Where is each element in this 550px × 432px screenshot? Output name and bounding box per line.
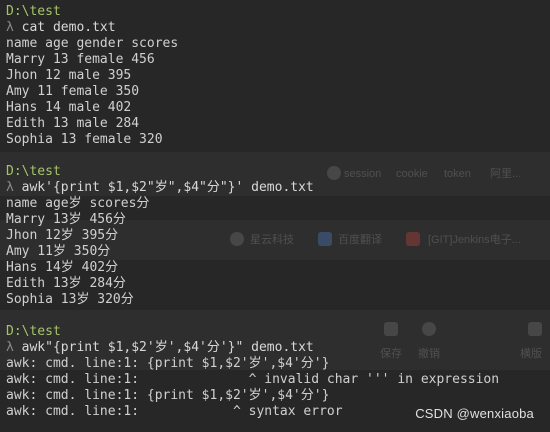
error-line: awk: cmd. line:1: {print $1,$2'岁',$4'分'} — [6, 356, 330, 371]
csdn-watermark: CSDN @wenxiaoba — [415, 406, 534, 421]
output-line: Marry 13 female 456 — [6, 52, 155, 67]
error-line: awk: cmd. line:1: ^ invalid char ''' in … — [6, 372, 500, 387]
prompt-path: D:\test — [6, 164, 61, 179]
prompt-line: D:\test — [6, 324, 544, 340]
output-line: Jhon 12岁 395分 — [6, 228, 119, 243]
prompt-line: D:\test — [6, 164, 544, 180]
command-line: λ awk'{print $1,$2"岁",$4"分"}' demo.txt — [6, 180, 544, 196]
command-text: cat demo.txt — [21, 20, 116, 35]
error-line: awk: cmd. line:1: {print $1,$2'岁',$4'分'} — [6, 388, 330, 403]
prompt-path: D:\test — [6, 4, 61, 19]
lambda-prompt-icon: λ — [6, 180, 14, 195]
output-line: Sophia 13 female 320 — [6, 132, 163, 147]
terminal-window[interactable]: session cookie token 阿里... 星云科技 百度翻译 [GI… — [0, 0, 550, 432]
output-line: Marry 13岁 456分 — [6, 212, 126, 227]
output-line: Amy 11岁 350分 — [6, 244, 111, 259]
output-line: Edith 13 male 284 — [6, 116, 140, 131]
command-line: λ cat demo.txt — [6, 20, 544, 36]
terminal-output[interactable]: D:\test λ cat demo.txt name age gender s… — [6, 4, 544, 420]
command-text: awk"{print $1,$2'岁',$4'分'}" demo.txt — [21, 340, 314, 355]
output-line: Hans 14岁 402分 — [6, 260, 119, 275]
output-line: Jhon 12 male 395 — [6, 68, 132, 83]
lambda-prompt-icon: λ — [6, 340, 14, 355]
command-line: λ awk"{print $1,$2'岁',$4'分'}" demo.txt — [6, 340, 544, 356]
prompt-line: D:\test — [6, 4, 544, 20]
lambda-prompt-icon: λ — [6, 20, 14, 35]
output-line: Hans 14 male 402 — [6, 100, 132, 115]
output-line: name age gender scores — [6, 36, 179, 51]
output-line: Edith 13岁 284分 — [6, 276, 126, 291]
prompt-path: D:\test — [6, 324, 61, 339]
output-line: name age岁 scores分 — [6, 196, 150, 211]
command-text: awk'{print $1,$2"岁",$4"分"}' demo.txt — [21, 180, 314, 195]
output-line: Sophia 13岁 320分 — [6, 292, 134, 307]
output-line: Amy 11 female 350 — [6, 84, 140, 99]
